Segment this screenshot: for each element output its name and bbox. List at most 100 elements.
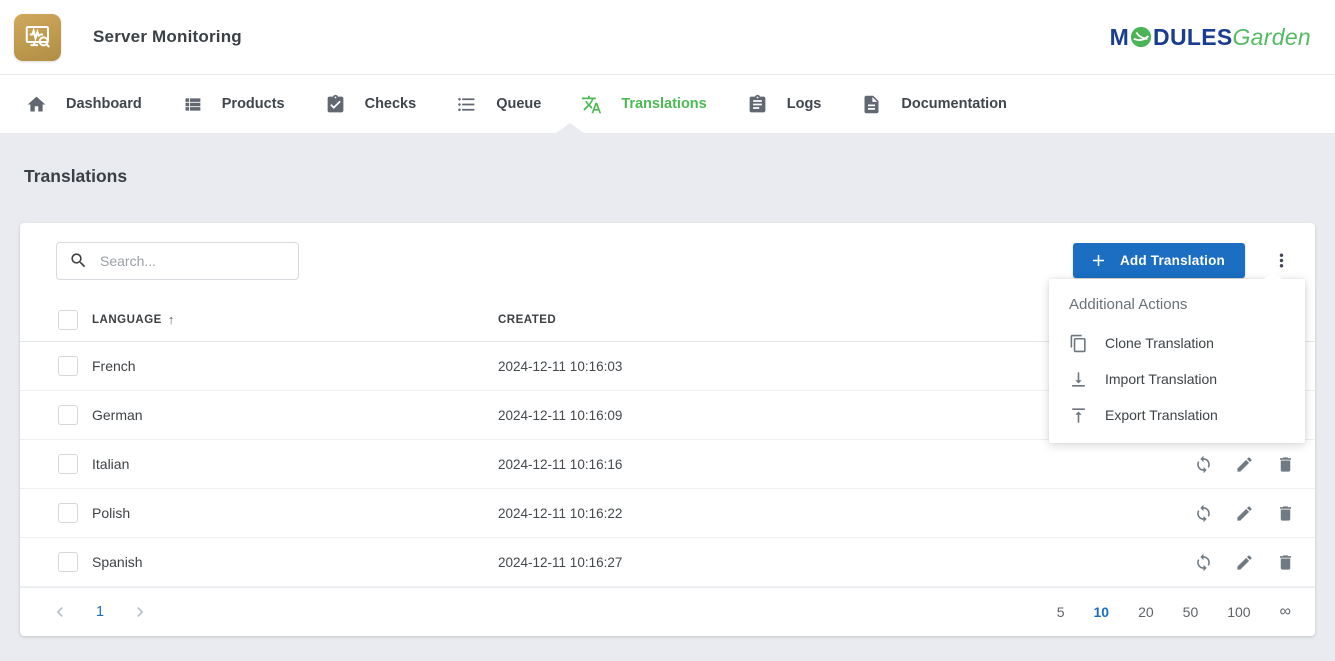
table-footer: 1 5 10 20 50 100 ∞ — [20, 587, 1315, 636]
chevron-left-icon — [56, 607, 63, 617]
cell-created: 2024-12-11 10:16:22 — [498, 505, 623, 521]
page-size-unlimited[interactable]: ∞ — [1280, 603, 1291, 621]
cell-created: 2024-12-11 10:16:27 — [498, 554, 623, 570]
search-input[interactable] — [100, 252, 286, 269]
row-actions — [1153, 455, 1295, 474]
bulleted-list-icon — [456, 94, 477, 115]
modulesgarden-logo: M DULES Garden — [1110, 24, 1311, 51]
next-page-button[interactable] — [130, 602, 150, 622]
delete-icon[interactable] — [1276, 553, 1295, 572]
chevron-right-icon — [137, 607, 144, 617]
nav-item-dashboard[interactable]: Dashboard — [6, 75, 162, 133]
edit-icon[interactable] — [1235, 504, 1254, 523]
edit-icon[interactable] — [1235, 553, 1254, 572]
menu-item-label: Export Translation — [1105, 407, 1218, 423]
column-label: CREATED — [498, 313, 557, 326]
clipboard-check-icon — [325, 94, 346, 115]
column-header-language[interactable]: LANGUAGE ↑ — [92, 312, 498, 327]
server-monitoring-app-icon — [14, 13, 61, 61]
cell-created: 2024-12-11 10:16:16 — [498, 456, 623, 472]
row-checkbox[interactable] — [58, 552, 78, 572]
nav-item-translations[interactable]: Translations — [561, 75, 726, 133]
page-size-options: 5 10 20 50 100 ∞ — [1057, 603, 1291, 621]
row-checkbox[interactable] — [58, 405, 78, 425]
document-icon — [861, 94, 882, 115]
monitor-heartbeat-icon — [25, 26, 50, 48]
nav-label: Products — [221, 96, 285, 112]
app-title: Server Monitoring — [93, 27, 242, 46]
search-icon — [71, 253, 86, 268]
page-number[interactable]: 1 — [90, 604, 110, 620]
clone-icon — [1069, 334, 1088, 353]
row-actions — [1153, 553, 1295, 572]
page-size-10[interactable]: 10 — [1094, 604, 1110, 620]
cell-language: German — [92, 407, 143, 423]
sort-ascending-icon: ↑ — [167, 312, 175, 327]
nav-label: Translations — [621, 96, 707, 112]
menu-title: Additional Actions — [1069, 296, 1188, 313]
menu-notch — [1264, 271, 1282, 279]
nav-label: Documentation — [901, 96, 1007, 112]
delete-icon[interactable] — [1276, 504, 1295, 523]
menu-item-clone-translation[interactable]: Clone Translation — [1049, 325, 1305, 361]
pager: 1 — [50, 602, 150, 622]
page-title: Translations — [24, 166, 128, 186]
nav-label: Dashboard — [66, 96, 142, 112]
screen: Server Monitoring M DULES Garden Dashboa… — [0, 0, 1335, 661]
menu-item-label: Clone Translation — [1105, 335, 1214, 351]
menu-item-label: Import Translation — [1105, 371, 1218, 387]
export-icon — [1069, 406, 1088, 425]
row-actions — [1153, 504, 1295, 523]
menu-item-import-translation[interactable]: Import Translation — [1049, 361, 1305, 397]
plus-icon — [1092, 254, 1105, 267]
nav-label: Checks — [364, 96, 417, 112]
active-tab-notch — [556, 123, 584, 133]
sync-icon[interactable] — [1194, 455, 1213, 474]
column-label: LANGUAGE — [92, 313, 162, 326]
main-content: Translations Add Translation — [0, 166, 1335, 636]
previous-page-button[interactable] — [50, 602, 70, 622]
sync-icon[interactable] — [1194, 553, 1213, 572]
more-vertical-icon — [1279, 253, 1283, 268]
add-translation-button[interactable]: Add Translation — [1072, 243, 1245, 278]
nav-label: Logs — [786, 96, 822, 112]
menu-item-export-translation[interactable]: Export Translation — [1049, 397, 1305, 433]
nav-item-checks[interactable]: Checks — [305, 75, 437, 133]
home-icon — [26, 94, 47, 115]
nav-item-documentation[interactable]: Documentation — [841, 75, 1027, 133]
nav-item-queue[interactable]: Queue — [436, 75, 561, 133]
sync-icon[interactable] — [1194, 504, 1213, 523]
translations-card: Add Translation LANGUAGE ↑ CREATED — [20, 223, 1315, 636]
page-size-5[interactable]: 5 — [1057, 604, 1065, 620]
table-row: Spanish 2024-12-11 10:16:27 — [20, 538, 1315, 587]
nav-label: Queue — [496, 96, 542, 112]
main-nav: Dashboard Products Checks Queue Translat… — [0, 75, 1335, 133]
cell-language: Spanish — [92, 554, 143, 570]
logo-text-m: M — [1109, 23, 1130, 50]
page-size-100[interactable]: 100 — [1227, 604, 1250, 620]
nav-item-logs[interactable]: Logs — [727, 75, 842, 133]
delete-icon[interactable] — [1276, 455, 1295, 474]
globe-icon — [1130, 26, 1152, 48]
clipboard-list-icon — [747, 94, 768, 115]
page-size-50[interactable]: 50 — [1183, 604, 1199, 620]
view-list-icon — [182, 94, 203, 115]
table-row: Italian 2024-12-11 10:16:16 — [20, 440, 1315, 489]
select-all-checkbox[interactable] — [58, 309, 78, 330]
row-checkbox[interactable] — [58, 503, 78, 523]
cell-language: Polish — [92, 505, 131, 521]
row-checkbox[interactable] — [58, 454, 78, 474]
cell-language: French — [92, 358, 136, 374]
translate-icon — [581, 94, 602, 115]
table-row: Polish 2024-12-11 10:16:22 — [20, 489, 1315, 538]
cell-language: Italian — [92, 456, 130, 472]
additional-actions-menu: Additional Actions Clone Translation Imp… — [1049, 271, 1305, 443]
edit-icon[interactable] — [1235, 455, 1254, 474]
add-translation-label: Add Translation — [1119, 253, 1225, 268]
logo-text-dules: DULES — [1153, 23, 1233, 50]
page-size-20[interactable]: 20 — [1138, 604, 1154, 620]
row-checkbox[interactable] — [58, 356, 78, 376]
app-header: Server Monitoring M DULES Garden — [0, 0, 1335, 75]
logo-text-garden: Garden — [1232, 23, 1311, 50]
nav-item-products[interactable]: Products — [162, 75, 305, 133]
